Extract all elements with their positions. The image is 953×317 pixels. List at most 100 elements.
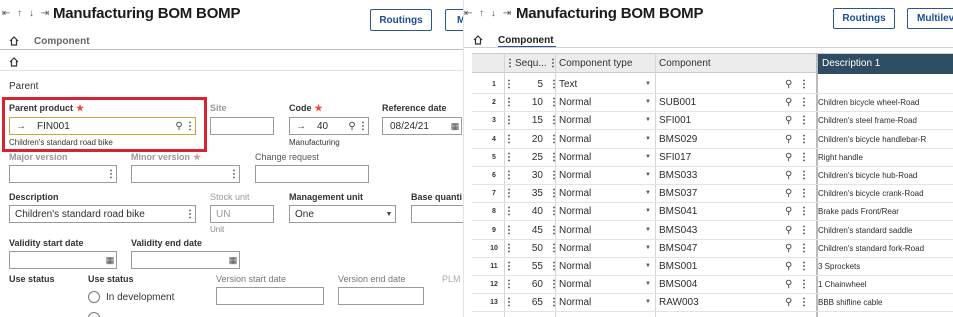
change-request-field[interactable] (255, 165, 369, 183)
more-vert-icon[interactable]: ⋮ (185, 209, 195, 220)
more-vert-icon[interactable]: ⋮ (799, 94, 809, 112)
chevron-down-icon[interactable]: ▼ (645, 185, 655, 203)
more-vert-icon[interactable]: ⋮ (549, 185, 559, 203)
more-vert-icon[interactable]: ⋮ (504, 149, 512, 167)
tab-component[interactable]: Component (34, 36, 90, 47)
table-row[interactable]: 13⋮65⋮Normal▼RAW003⚲⋮BBB shifline cable (472, 294, 953, 313)
more-vert-icon[interactable]: ⋮ (358, 121, 368, 132)
column-component-type[interactable]: Component type (559, 54, 657, 74)
search-icon[interactable]: ⚲ (785, 276, 797, 294)
more-vert-icon[interactable]: ⋮ (799, 76, 809, 94)
more-vert-icon[interactable]: ⋮ (799, 203, 809, 221)
table-row[interactable]: 2⋮10⋮Normal▼SUB001⚲⋮Children bicycle whe… (472, 94, 953, 113)
calendar-icon[interactable]: ▦ (227, 255, 239, 266)
search-icon[interactable]: ⚲ (785, 258, 797, 276)
search-icon[interactable]: ⚲ (785, 149, 797, 167)
validity-end-field[interactable]: ▦ (131, 251, 240, 269)
more-vert-icon[interactable]: ⋮ (799, 185, 809, 203)
more-vert-icon[interactable]: ⋮ (549, 149, 559, 167)
more-vert-icon[interactable]: ⋮ (549, 94, 559, 112)
more-vert-icon[interactable]: ⋮ (504, 294, 512, 312)
table-row[interactable]: 9⋮45⋮Normal▼BMS043⚲⋮Children's standard … (472, 222, 953, 240)
multilevel-button[interactable]: M (445, 9, 463, 31)
more-vert-icon[interactable]: ⋮ (799, 222, 809, 240)
chevron-down-icon[interactable]: ▼ (645, 112, 655, 130)
radio-in-development[interactable] (88, 291, 100, 303)
search-icon[interactable]: ⚲ (785, 76, 797, 94)
home-icon[interactable] (9, 57, 19, 67)
more-vert-icon[interactable]: ⋮ (504, 276, 512, 294)
more-vert-icon[interactable]: ⋮ (548, 54, 558, 74)
column-sequence[interactable]: Sequ... (515, 54, 548, 74)
table-row[interactable]: 5⋮25⋮Normal▼SFI017⚲⋮Right handle (472, 149, 953, 167)
more-vert-icon[interactable]: ⋮ (106, 169, 116, 180)
chevron-down-icon[interactable]: ▼ (645, 131, 655, 149)
more-vert-icon[interactable]: ⋮ (504, 203, 512, 221)
table-row[interactable]: 11⋮55⋮Normal▼BMS001⚲⋮3 Sprockets (472, 258, 953, 276)
chevron-down-icon[interactable]: ▼ (645, 294, 655, 312)
chevron-down-icon[interactable]: ▼ (645, 258, 655, 276)
home-icon[interactable] (9, 36, 19, 46)
more-vert-icon[interactable]: ⋮ (504, 112, 512, 130)
search-icon[interactable]: ⚲ (785, 185, 797, 203)
more-vert-icon[interactable]: ⋮ (505, 54, 515, 74)
table-row[interactable]: 12⋮60⋮Normal▼BMS004⚲⋮1 Chainwheel (472, 276, 953, 295)
search-icon[interactable]: ⚲ (785, 222, 797, 240)
more-vert-icon[interactable]: ⋮ (799, 294, 809, 312)
description-field[interactable]: Children's standard road bike ⋮ (9, 205, 196, 223)
table-row[interactable]: 3⋮15⋮Normal▼SFI001⚲⋮Children's steel fra… (472, 112, 953, 131)
search-icon[interactable]: ⚲ (785, 203, 797, 221)
search-icon[interactable]: ⚲ (785, 167, 797, 185)
site-field[interactable] (210, 117, 274, 135)
more-vert-icon[interactable]: ⋮ (504, 167, 512, 185)
search-icon[interactable]: ⚲ (346, 121, 358, 132)
management-unit-select[interactable]: One ▼ (289, 205, 396, 223)
major-version-field[interactable]: ⋮ (9, 165, 117, 183)
more-vert-icon[interactable]: ⋮ (504, 258, 512, 276)
search-icon[interactable]: ⚲ (785, 294, 797, 312)
search-icon[interactable]: ⚲ (785, 112, 797, 130)
search-icon[interactable]: ⚲ (785, 240, 797, 258)
chevron-down-icon[interactable]: ▼ (645, 276, 655, 294)
more-vert-icon[interactable]: ⋮ (549, 203, 559, 221)
chevron-down-icon[interactable]: ▼ (645, 76, 655, 94)
chevron-down-icon[interactable]: ▼ (645, 203, 655, 221)
more-vert-icon[interactable]: ⋮ (549, 294, 559, 312)
more-vert-icon[interactable]: ⋮ (504, 131, 512, 149)
more-vert-icon[interactable]: ⋮ (549, 131, 559, 149)
chevron-down-icon[interactable]: ▼ (383, 211, 395, 218)
routings-button[interactable]: Routings (833, 8, 895, 29)
record-nav-arrows[interactable]: ⇤ ↑ ↓ ⇥ (464, 8, 513, 19)
chevron-down-icon[interactable]: ▼ (645, 149, 655, 167)
validity-start-field[interactable]: ▦ (9, 251, 117, 269)
more-vert-icon[interactable]: ⋮ (229, 169, 239, 180)
multilevel-button[interactable]: Multilev (907, 8, 953, 29)
more-vert-icon[interactable]: ⋮ (504, 76, 512, 94)
search-icon[interactable]: ⚲ (785, 94, 797, 112)
more-vert-icon[interactable]: ⋮ (549, 276, 559, 294)
home-icon[interactable] (473, 35, 483, 45)
more-vert-icon[interactable]: ⋮ (549, 167, 559, 185)
more-vert-icon[interactable]: ⋮ (799, 258, 809, 276)
base-quantity-field[interactable] (411, 205, 463, 223)
more-vert-icon[interactable]: ⋮ (504, 240, 512, 258)
routings-button[interactable]: Routings (370, 9, 432, 31)
more-vert-icon[interactable]: ⋮ (799, 149, 809, 167)
more-vert-icon[interactable]: ⋮ (799, 112, 809, 130)
column-component[interactable]: Component (659, 54, 789, 74)
tab-component[interactable]: Component (498, 35, 554, 46)
table-row[interactable]: 8⋮40⋮Normal▼BMS041⚲⋮Brake pads Front/Rea… (472, 203, 953, 222)
more-vert-icon[interactable]: ⋮ (549, 240, 559, 258)
calendar-icon[interactable]: ▦ (104, 255, 116, 266)
search-icon[interactable]: ⚲ (785, 131, 797, 149)
chevron-down-icon[interactable]: ▼ (645, 222, 655, 240)
table-row[interactable]: 6⋮30⋮Normal▼BMS033⚲⋮Children's bicycle h… (472, 167, 953, 185)
chevron-down-icon[interactable]: ▼ (645, 94, 655, 112)
table-row[interactable]: 10⋮50⋮Normal▼BMS047⚲⋮Children's standard… (472, 240, 953, 258)
chevron-down-icon[interactable]: ▼ (645, 240, 655, 258)
more-vert-icon[interactable]: ⋮ (799, 167, 809, 185)
code-field[interactable]: → 40 ⚲ ⋮ (289, 117, 369, 135)
more-vert-icon[interactable]: ⋮ (799, 276, 809, 294)
radio-next-option[interactable] (88, 312, 100, 317)
more-vert-icon[interactable]: ⋮ (549, 258, 559, 276)
